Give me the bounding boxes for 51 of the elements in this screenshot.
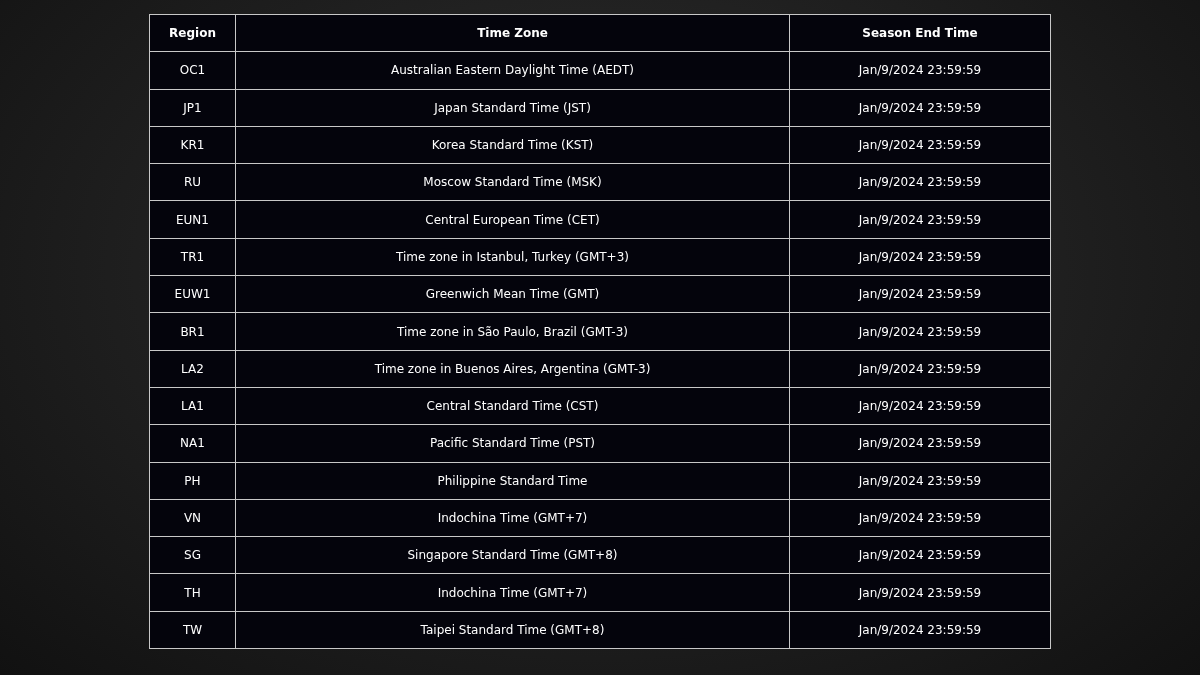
table-cell: EUN1 (149, 201, 236, 239)
table-cell: Indochina Time (GMT+7) (235, 499, 790, 537)
table-cell: Jan/9/2024 23:59:59 (789, 350, 1051, 388)
table-cell: Jan/9/2024 23:59:59 (789, 611, 1051, 649)
table-cell: NA1 (149, 424, 236, 463)
table-cell: Jan/9/2024 23:59:59 (789, 462, 1051, 500)
table-cell: Jan/9/2024 23:59:59 (789, 163, 1051, 201)
table-cell: Indochina Time (GMT+7) (235, 573, 790, 612)
table-cell: Greenwich Mean Time (GMT) (235, 275, 790, 313)
table-cell: LA2 (149, 350, 236, 388)
column-header: Time Zone (235, 14, 790, 52)
table-cell: Jan/9/2024 23:59:59 (789, 536, 1051, 574)
table-cell: SG (149, 536, 236, 574)
table-cell: Time zone in São Paulo, Brazil (GMT-3) (235, 312, 790, 351)
table-cell: Jan/9/2024 23:59:59 (789, 424, 1051, 463)
table-cell: Jan/9/2024 23:59:59 (789, 275, 1051, 313)
table-cell: Time zone in Buenos Aires, Argentina (GMT-3) (235, 350, 790, 388)
table-cell: Australian Eastern Daylight Time (AEDT) (235, 51, 790, 90)
table-cell: TH (149, 573, 236, 612)
table-cell: Central European Time (CET) (235, 201, 790, 239)
table-cell: Pacific Standard Time (PST) (235, 424, 790, 463)
table-cell: Jan/9/2024 23:59:59 (789, 201, 1051, 239)
table-cell: OC1 (149, 51, 236, 90)
table-cell: Jan/9/2024 23:59:59 (789, 573, 1051, 612)
table-cell: Central Standard Time (CST) (235, 387, 790, 425)
table-cell: RU (149, 163, 236, 201)
table-cell: BR1 (149, 312, 236, 351)
table-cell: Jan/9/2024 23:59:59 (789, 238, 1051, 276)
table-cell: TR1 (149, 238, 236, 276)
table-cell: Jan/9/2024 23:59:59 (789, 51, 1051, 90)
table-cell: PH (149, 462, 236, 500)
column-header: Season End Time (789, 14, 1051, 52)
table-cell: Korea Standard Time (KST) (235, 126, 790, 164)
table-cell: Jan/9/2024 23:59:59 (789, 312, 1051, 351)
table-cell: Jan/9/2024 23:59:59 (789, 126, 1051, 164)
table-cell: VN (149, 499, 236, 537)
table-cell: Jan/9/2024 23:59:59 (789, 499, 1051, 537)
table-cell: JP1 (149, 89, 236, 127)
table-cell: LA1 (149, 387, 236, 425)
table-cell: Philippine Standard Time (235, 462, 790, 500)
table-cell: TW (149, 611, 236, 649)
table-cell: Japan Standard Time (JST) (235, 89, 790, 127)
table-cell: Jan/9/2024 23:59:59 (789, 387, 1051, 425)
column-header: Region (149, 14, 236, 52)
table-cell: EUW1 (149, 275, 236, 313)
table-cell: Singapore Standard Time (GMT+8) (235, 536, 790, 574)
table-cell: Time zone in Istanbul, Turkey (GMT+3) (235, 238, 790, 276)
table-cell: KR1 (149, 126, 236, 164)
table-cell: Moscow Standard Time (MSK) (235, 163, 790, 201)
table-cell: Taipei Standard Time (GMT+8) (235, 611, 790, 649)
table-cell: Jan/9/2024 23:59:59 (789, 89, 1051, 127)
